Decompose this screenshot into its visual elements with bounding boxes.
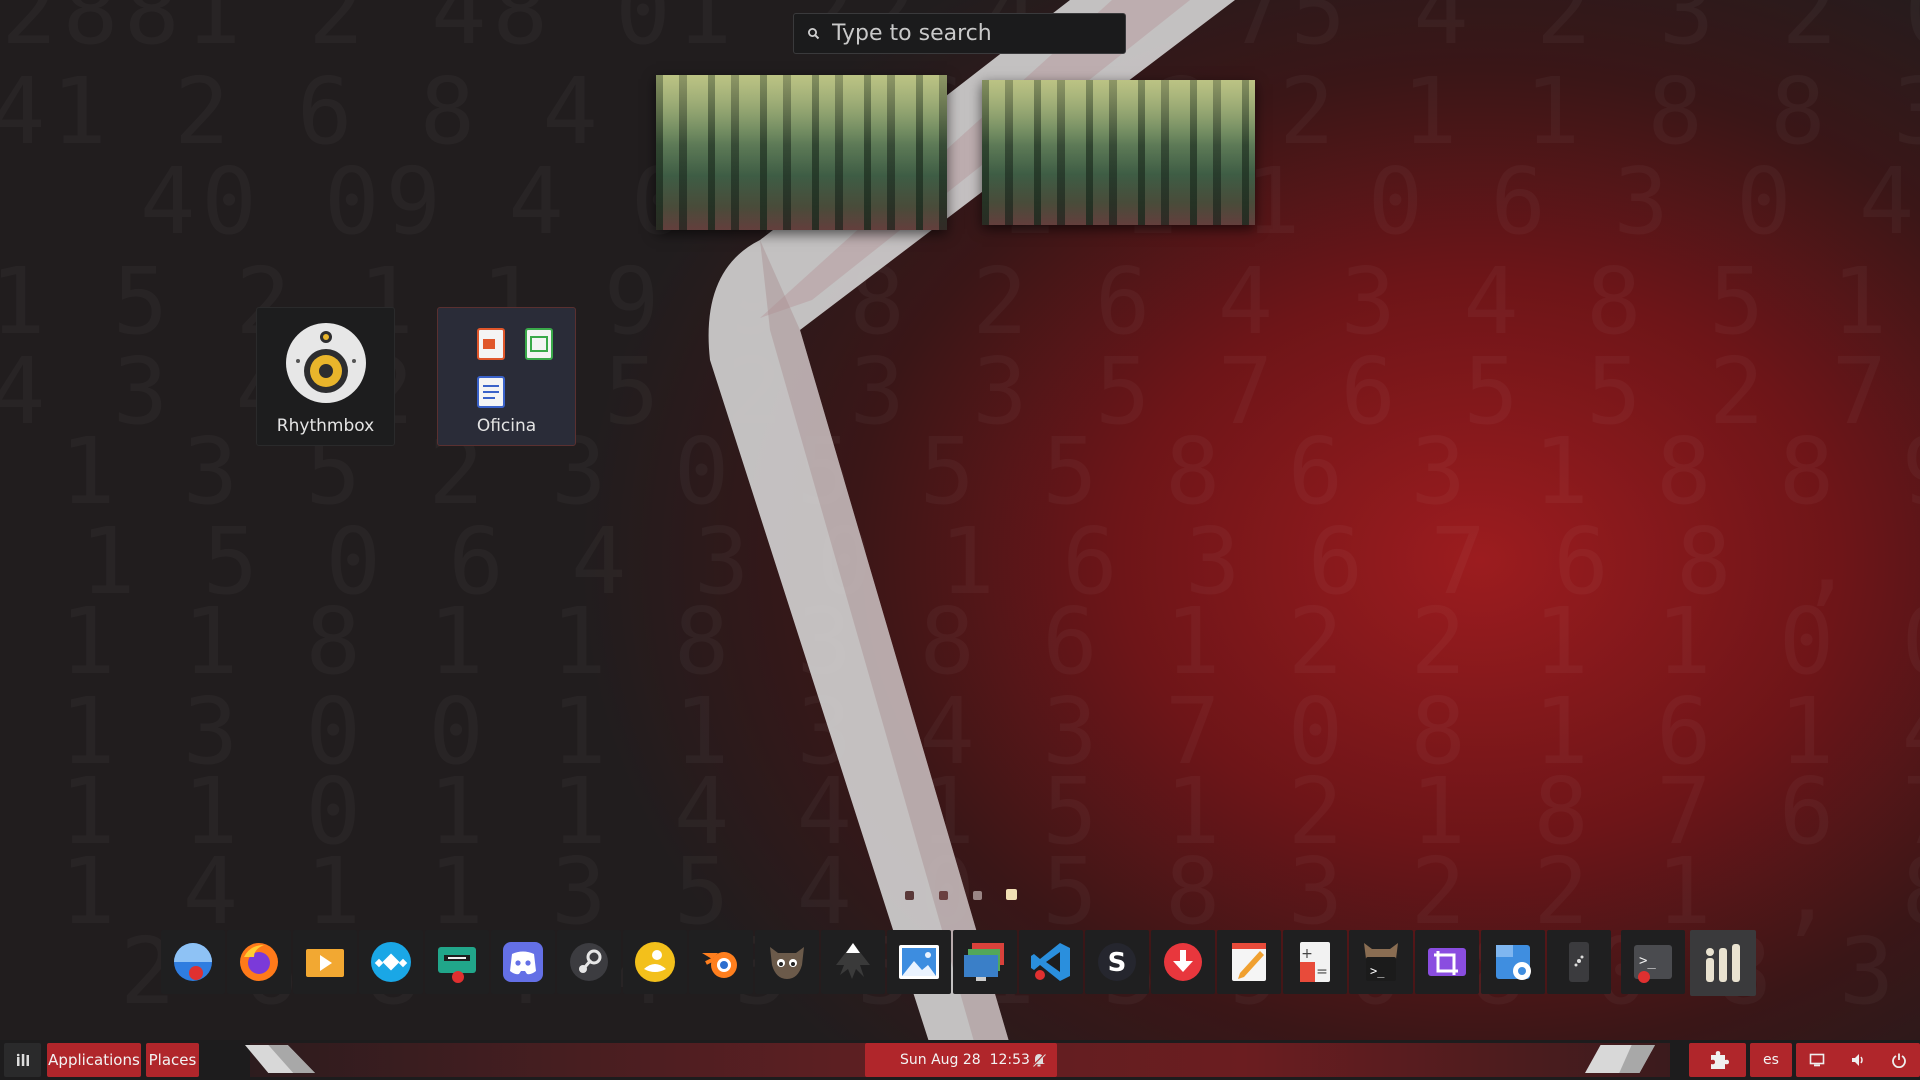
app-tile-label: Oficina bbox=[476, 416, 537, 436]
workspace-thumbnail-1[interactable] bbox=[656, 75, 947, 230]
gpu-monitor-icon bbox=[438, 947, 476, 983]
dock-item-inkscape[interactable] bbox=[821, 930, 885, 994]
search-input[interactable] bbox=[832, 21, 1092, 46]
page-dot-4[interactable] bbox=[1006, 889, 1017, 900]
firefox-icon bbox=[240, 943, 278, 981]
inkscape-icon bbox=[836, 943, 870, 979]
workspace-thumbnail-2[interactable] bbox=[982, 80, 1255, 225]
dock-item-text-editor[interactable] bbox=[1217, 930, 1281, 994]
dock-item-show-apps[interactable] bbox=[1690, 930, 1756, 996]
applications-menu-button[interactable]: Applications bbox=[47, 1043, 141, 1077]
page-dot-3[interactable] bbox=[973, 891, 982, 900]
puzzle-icon bbox=[1710, 1051, 1729, 1069]
dock-item-gpu-monitor[interactable] bbox=[425, 930, 489, 994]
search-bar[interactable] bbox=[793, 13, 1126, 54]
background-ribbon bbox=[708, 0, 1235, 1045]
dock-item-terminal-gnu[interactable]: >_ bbox=[1349, 930, 1413, 994]
volume-icon bbox=[1851, 1054, 1863, 1066]
disks-icon bbox=[1496, 945, 1531, 980]
phone-connect-icon bbox=[1569, 942, 1589, 982]
image-viewer-icon bbox=[899, 945, 939, 979]
clock-button[interactable]: Sun Aug 28 12:53 bbox=[865, 1043, 1057, 1077]
dock-item-kodi[interactable] bbox=[359, 930, 423, 994]
svg-text:>_: >_ bbox=[1370, 964, 1385, 978]
dock-item-crop-tool[interactable] bbox=[1415, 930, 1479, 994]
rhythmbox-icon bbox=[285, 323, 366, 403]
dock-item-vscode[interactable] bbox=[1019, 930, 1083, 994]
discord-icon bbox=[503, 942, 543, 982]
svg-text:+: + bbox=[1301, 946, 1313, 962]
vscode-icon bbox=[1031, 943, 1070, 981]
panel-decoration-right bbox=[1585, 1045, 1655, 1073]
wallpaper-thumbnail bbox=[982, 80, 1255, 225]
dock-item-gimp[interactable] bbox=[755, 930, 819, 994]
dock-item-discord[interactable] bbox=[491, 930, 555, 994]
show-apps-icon bbox=[1706, 944, 1740, 982]
notifications-muted-icon bbox=[1032, 1053, 1046, 1067]
folder-oficina-icon bbox=[476, 328, 553, 408]
kodi-icon bbox=[371, 942, 411, 982]
dock-item-video-player[interactable] bbox=[293, 930, 357, 994]
power-icon bbox=[1892, 1053, 1907, 1068]
dock-item-blender[interactable] bbox=[689, 930, 753, 994]
download-icon bbox=[1164, 943, 1202, 981]
terminal-icon: >_ bbox=[1634, 945, 1672, 983]
app-tile-rhythmbox[interactable]: Rhythmbox bbox=[256, 307, 395, 446]
calculator-icon: += bbox=[1300, 942, 1330, 982]
video-player-icon bbox=[306, 949, 344, 977]
places-menu-button[interactable]: Places bbox=[146, 1043, 199, 1077]
extensions-button[interactable] bbox=[1689, 1043, 1746, 1077]
dock-item-remote-desktop[interactable] bbox=[953, 930, 1017, 994]
clock-text: Sun Aug 28 12:53 bbox=[900, 1052, 1030, 1068]
system-tray[interactable] bbox=[1796, 1043, 1920, 1077]
app-menu-icon bbox=[16, 1053, 29, 1066]
dock-item-firefox[interactable] bbox=[227, 930, 291, 994]
app-folder-oficina[interactable]: Oficina bbox=[437, 307, 576, 446]
search-icon bbox=[808, 27, 820, 39]
keyboard-layout-indicator[interactable]: es bbox=[1750, 1043, 1792, 1077]
text-editor-icon bbox=[1232, 943, 1266, 981]
dock-item-calculator[interactable]: + = bbox=[1283, 930, 1347, 994]
app-tile-label: Rhythmbox bbox=[276, 416, 375, 436]
steam-s-icon: S bbox=[1098, 943, 1136, 981]
dock-item-image-viewer[interactable] bbox=[887, 930, 951, 994]
dock-item-phone-connect[interactable] bbox=[1547, 930, 1611, 994]
svg-text:=: = bbox=[1316, 964, 1328, 980]
page-dot-2[interactable] bbox=[939, 891, 948, 900]
wallpaper-thumbnail bbox=[656, 75, 947, 230]
gimp-icon bbox=[770, 947, 804, 979]
display-icon bbox=[1809, 1053, 1824, 1067]
dock-item-disks[interactable] bbox=[1481, 930, 1545, 994]
dock-item-yellow-duck[interactable] bbox=[623, 930, 687, 994]
dock-item-terminal[interactable]: >_ bbox=[1621, 930, 1685, 994]
panel-menu-button[interactable] bbox=[4, 1043, 41, 1077]
yellow-duck-icon bbox=[635, 942, 675, 982]
panel-decoration-left bbox=[245, 1045, 315, 1073]
dock-item-finder[interactable] bbox=[161, 930, 225, 994]
dock-item-download[interactable] bbox=[1151, 930, 1215, 994]
finder-icon bbox=[174, 943, 212, 981]
terminal-gnu-icon: >_ bbox=[1364, 943, 1398, 981]
remote-desktop-icon bbox=[964, 943, 1004, 981]
steam-icon bbox=[570, 943, 608, 981]
dock-item-steam-s[interactable]: S bbox=[1085, 930, 1149, 994]
dock-item-steam[interactable] bbox=[557, 930, 621, 994]
blender-icon bbox=[702, 952, 737, 978]
svg-text:S: S bbox=[1108, 948, 1127, 978]
crop-tool-icon bbox=[1428, 948, 1466, 976]
page-dot-1[interactable] bbox=[905, 891, 914, 900]
svg-text:>_: >_ bbox=[1639, 953, 1656, 969]
